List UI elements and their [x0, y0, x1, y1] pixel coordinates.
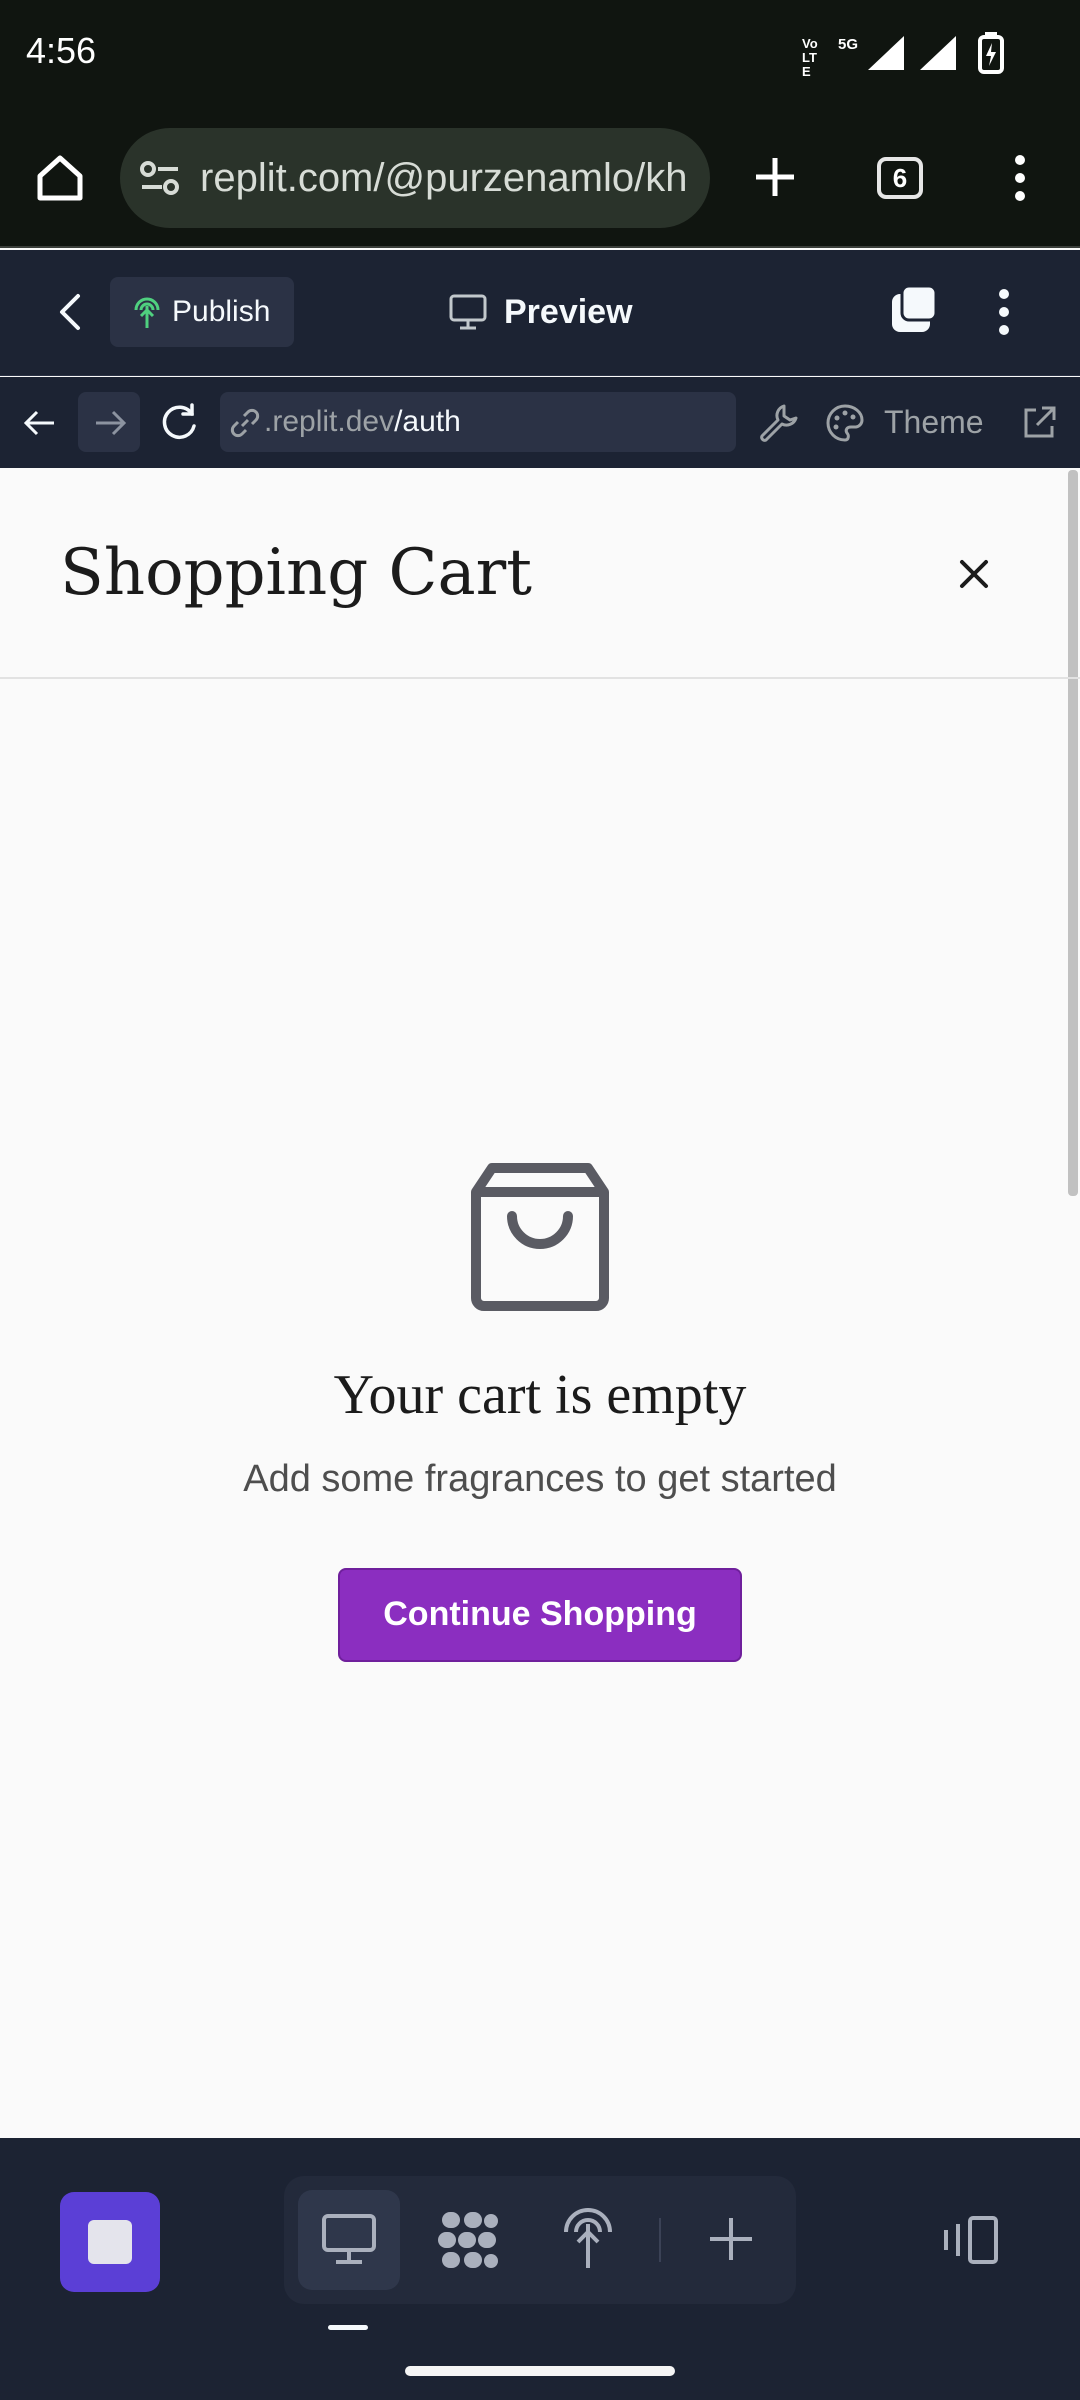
link-icon [230, 408, 260, 438]
empty-cart-subtitle: Add some fragrances to get started [243, 1458, 837, 1500]
stop-icon [88, 2220, 132, 2264]
battery-icon [978, 32, 1004, 74]
add-tool-icon[interactable] [706, 2214, 756, 2264]
devtools-wrench-icon[interactable] [756, 402, 798, 444]
status-time: 4:56 [26, 30, 97, 71]
5g-label: 5G [838, 36, 859, 53]
network-label: Vo LTE [802, 37, 824, 79]
address-host: .replit.dev [264, 405, 395, 438]
tab-switcher-button[interactable]: 6 [877, 157, 923, 199]
agent-tool-icon[interactable] [436, 2208, 500, 2272]
monitor-icon [449, 294, 487, 330]
signal-icon-2 [920, 36, 956, 70]
signal-icon-1 [868, 36, 904, 70]
close-icon[interactable] [944, 544, 1004, 604]
publish-icon [134, 297, 160, 328]
preview-tool-icon [322, 2214, 376, 2264]
new-tab-icon[interactable] [752, 154, 798, 200]
reload-icon[interactable] [158, 402, 200, 444]
page-title: Shopping Cart [60, 536, 532, 610]
empty-cart-title: Your cart is empty [333, 1364, 747, 1426]
tool-separator [659, 2218, 661, 2262]
webview-back-icon[interactable] [20, 406, 60, 440]
replit-menu-icon[interactable] [992, 286, 1016, 338]
site-settings-icon[interactable] [140, 160, 180, 196]
theme-button[interactable]: Theme [884, 402, 984, 442]
device-frame-icon[interactable] [940, 2214, 1000, 2266]
url-text[interactable]: replit.com/@purzenamlo/kh [200, 150, 692, 206]
scrollbar[interactable] [1068, 470, 1078, 1196]
deploy-tool-icon[interactable] [560, 2206, 616, 2272]
volte-label: Vo LTE [802, 36, 818, 79]
webview-address-text[interactable]: .replit.dev/auth [264, 402, 461, 442]
theme-palette-icon[interactable] [824, 402, 866, 444]
stop-button[interactable] [60, 2192, 160, 2292]
open-external-icon[interactable] [1020, 404, 1058, 442]
shopping-bag-icon [471, 1163, 609, 1311]
tabs-overview-icon[interactable] [888, 284, 940, 336]
home-icon[interactable] [34, 152, 86, 204]
header-divider [0, 677, 1080, 679]
address-path: /auth [394, 405, 461, 438]
active-tool-indicator [328, 2325, 368, 2330]
back-chevron-icon[interactable] [52, 290, 88, 334]
gesture-home-bar[interactable] [405, 2366, 675, 2376]
publish-label: Publish [172, 295, 271, 328]
webview-forward-icon [96, 410, 127, 436]
browser-menu-icon[interactable] [1008, 152, 1032, 204]
status-bar [0, 0, 1080, 110]
preview-tab-label[interactable]: Preview [504, 290, 633, 334]
continue-shopping-button[interactable]: Continue Shopping [338, 1568, 742, 1662]
